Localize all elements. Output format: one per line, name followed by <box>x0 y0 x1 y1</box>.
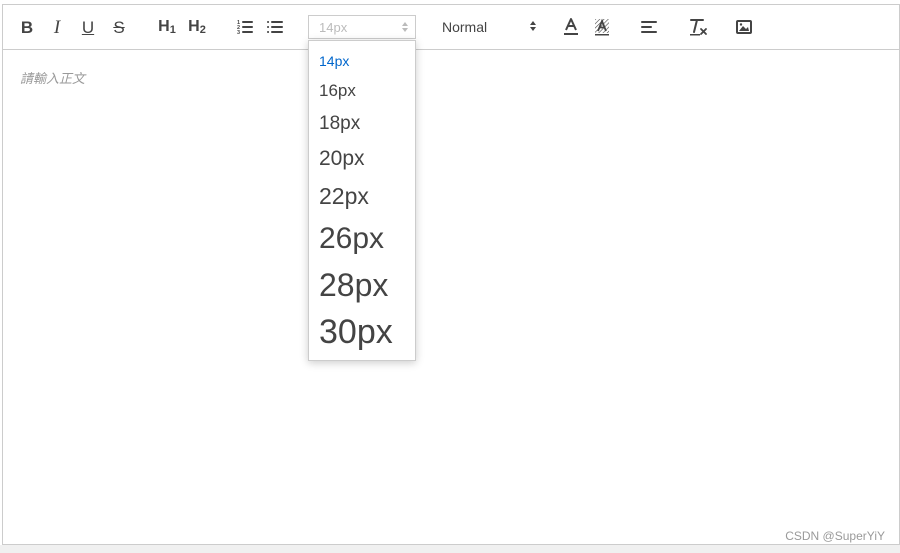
font-size-option-18[interactable]: 18px <box>319 114 360 133</box>
h1-subscript: 1 <box>169 24 176 36</box>
strike-button[interactable]: S <box>107 15 131 39</box>
chevron-up-down-icon <box>402 22 408 32</box>
align-button[interactable] <box>637 15 661 39</box>
h1-letter: H <box>158 18 170 35</box>
background-color-button[interactable] <box>590 15 614 39</box>
clear-format-button[interactable] <box>686 15 710 39</box>
h1-icon: H1 <box>158 18 176 36</box>
clear-format-icon <box>690 19 707 36</box>
editor-toolbar: B I U S H1 H2 1 2 3 14px Normal <box>3 5 899 50</box>
h2-letter: H <box>188 18 200 35</box>
bold-icon: B <box>20 17 34 37</box>
image-button[interactable] <box>732 15 756 39</box>
h2-button[interactable]: H2 <box>184 15 210 39</box>
bullet-list-button[interactable] <box>263 15 287 39</box>
font-size-option-28[interactable]: 28px <box>319 269 388 301</box>
chevron-up-down-icon <box>530 21 536 31</box>
italic-button[interactable]: I <box>45 15 69 39</box>
bullet-list-icon <box>267 21 283 33</box>
font-size-current: 14px <box>319 20 348 35</box>
background-color-icon <box>595 18 609 36</box>
watermark: CSDN @SuperYiY <box>785 529 885 543</box>
ordered-list-icon: 1 2 3 <box>237 20 253 36</box>
font-color-icon <box>564 18 578 35</box>
font-size-dropdown: 14px 16px 18px 20px 22px 26px 28px 30px <box>308 40 416 361</box>
font-size-option-22[interactable]: 22px <box>319 185 369 208</box>
font-color-button[interactable] <box>559 15 583 39</box>
svg-text:3: 3 <box>237 30 240 36</box>
h2-icon: H2 <box>188 18 206 36</box>
font-size-option-26[interactable]: 26px <box>319 224 384 254</box>
h1-button[interactable]: H1 <box>154 15 180 39</box>
font-size-option-14[interactable]: 14px <box>319 54 349 68</box>
font-size-option-30[interactable]: 30px <box>319 315 393 349</box>
bold-button[interactable]: B <box>15 15 39 39</box>
font-size-picker[interactable]: 14px <box>308 15 416 39</box>
font-size-option-20[interactable]: 20px <box>319 148 365 169</box>
underline-button[interactable]: U <box>76 15 100 39</box>
rich-text-editor: B I U S H1 H2 1 2 3 14px Normal 請輸入正文 14… <box>2 4 900 545</box>
h2-subscript: 2 <box>199 24 206 36</box>
header-picker[interactable]: Normal <box>433 15 541 39</box>
image-icon <box>736 20 752 34</box>
header-current: Normal <box>442 19 488 35</box>
font-size-option-16[interactable]: 16px <box>319 82 356 99</box>
align-left-icon <box>641 21 657 33</box>
underline-icon: U <box>81 17 95 37</box>
italic-icon: I <box>53 16 61 38</box>
editor-placeholder[interactable]: 請輸入正文 <box>20 68 85 87</box>
strike-icon: S <box>113 17 125 37</box>
bottom-strip <box>0 545 900 553</box>
ordered-list-button[interactable]: 1 2 3 <box>233 15 257 39</box>
